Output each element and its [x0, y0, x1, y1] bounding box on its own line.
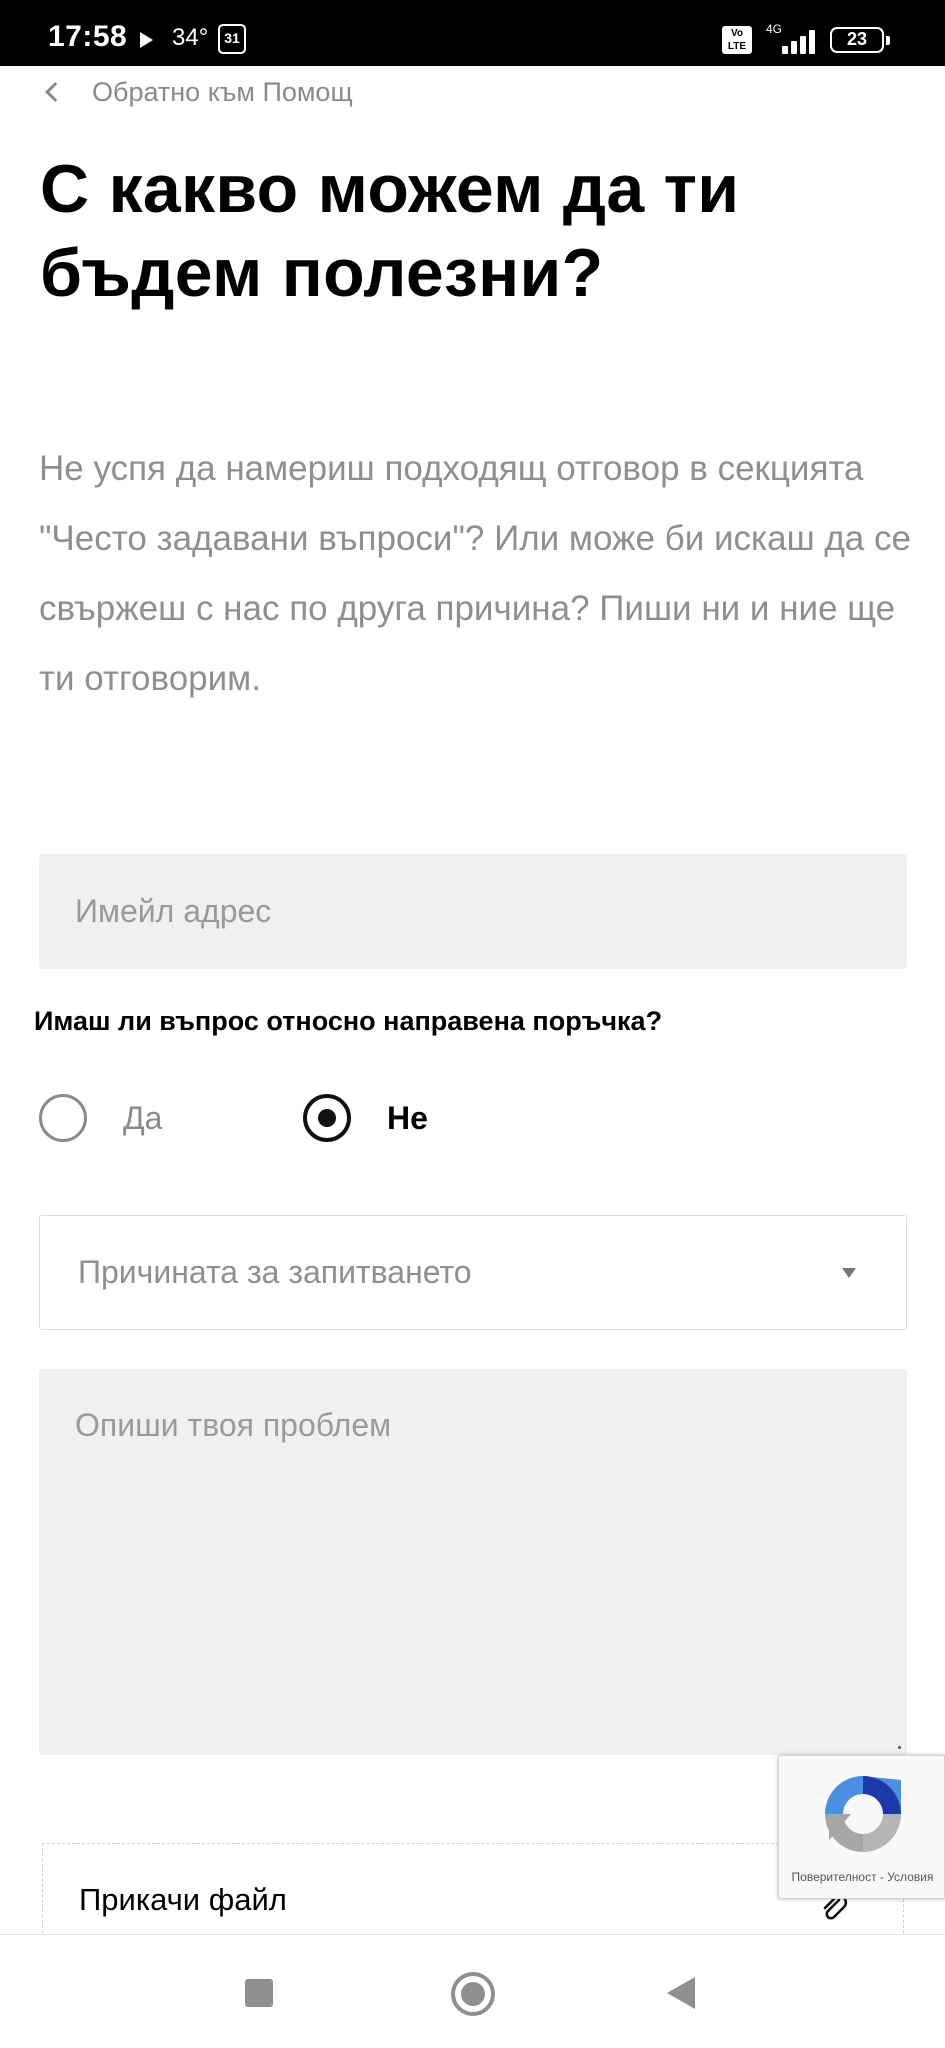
signal-icon	[778, 26, 820, 54]
home-icon[interactable]	[451, 1972, 495, 2016]
calendar-icon: 31	[218, 24, 246, 54]
status-temperature: 34°	[172, 24, 209, 51]
back-triangle-icon[interactable]	[667, 1977, 695, 2009]
intro-text: Не успя да намериш подходящ отговор в се…	[39, 449, 911, 698]
recaptcha-badge[interactable]: Поверителност - Условия	[778, 1755, 945, 1899]
chevron-left-icon	[45, 82, 65, 102]
recaptcha-icon	[825, 1776, 901, 1852]
order-question-label: Имаш ли въпрос относно направена поръчка…	[34, 1006, 663, 1036]
recaptcha-links[interactable]: Поверителност - Условия	[779, 1870, 945, 1884]
email-field[interactable]	[39, 854, 907, 969]
back-to-help-link[interactable]: Обратно към Помощ	[40, 74, 353, 110]
radio-checked-icon	[303, 1094, 351, 1142]
resize-handle-icon[interactable]	[898, 1746, 901, 1749]
attach-file-label: Прикачи файл	[79, 1882, 287, 1917]
reason-select-placeholder: Причината за запитването	[78, 1254, 472, 1290]
status-time: 17:58	[48, 20, 128, 53]
back-link-label: Обратно към Помощ	[92, 76, 353, 107]
radio-unchecked-icon	[39, 1094, 87, 1142]
dropdown-arrow-icon	[842, 1268, 856, 1278]
system-nav-bar	[0, 1934, 945, 2048]
status-bar: 17:58 34° 31 Vo LTE 4G 23	[0, 0, 945, 66]
recent-apps-icon[interactable]	[245, 1979, 273, 2007]
radio-yes-label: Да	[123, 1099, 163, 1136]
radio-no[interactable]: Не	[303, 1093, 428, 1143]
attach-file-button[interactable]: Прикачи файл	[42, 1843, 904, 1933]
battery-icon: 23	[830, 27, 890, 53]
problem-description-field[interactable]	[39, 1369, 907, 1755]
radio-yes[interactable]: Да	[39, 1093, 162, 1143]
play-icon	[140, 32, 153, 48]
page-title: С какво можем да ти бъдем полезни?	[40, 151, 740, 311]
volte-icon: Vo LTE	[722, 26, 752, 54]
radio-no-label: Не	[387, 1099, 428, 1136]
reason-select[interactable]: Причината за запитването	[39, 1215, 907, 1330]
